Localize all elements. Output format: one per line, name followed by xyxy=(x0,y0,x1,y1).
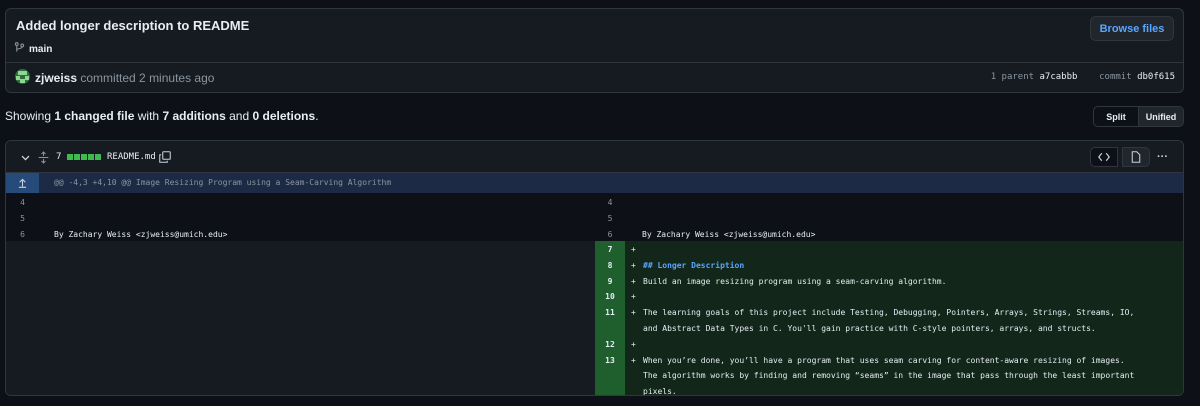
code-line: Build an image resizing program using a … xyxy=(643,276,947,286)
added-background xyxy=(625,335,1183,352)
code-line: By Zachary Weiss <zjweiss@umich.edu> xyxy=(642,230,816,239)
deletions-count: 0 deletions xyxy=(252,109,316,123)
line-number[interactable]: 9 xyxy=(595,277,625,286)
code-line: By Zachary Weiss <zjweiss@umich.edu> xyxy=(54,230,228,239)
diff-right-pane: 4 5 6 By Zachary Weiss <zjweiss@umich.edu> 7… xyxy=(595,193,1183,396)
code-line: The algorithm works by finding and remov… xyxy=(643,371,1135,381)
summary-suffix: . xyxy=(315,109,319,123)
added-row: 8 + ## Longer Description xyxy=(595,256,1183,273)
hunk-header: @@ -4,3 +4,10 @@ Image Resizing Program … xyxy=(6,173,1183,193)
more-options-icon[interactable]: ··· xyxy=(1157,141,1168,173)
commit-parent-info: 1 parent a7cabbb commit db0f615 xyxy=(991,72,1175,82)
code-line: ## Longer Description xyxy=(643,260,745,270)
added-background xyxy=(625,288,1183,305)
diff-row: 4 xyxy=(6,198,595,214)
added-row: 7 + xyxy=(595,241,1183,257)
line-number[interactable]: 13 xyxy=(595,356,625,365)
plus-sign: + xyxy=(631,292,636,302)
collapse-chevron-icon[interactable] xyxy=(20,141,31,173)
plus-sign: + xyxy=(631,260,636,270)
added-row: 11 + The learning goals of this project in… xyxy=(595,304,1183,336)
diffstat-bar xyxy=(67,141,101,173)
file-diff: 7 README.md ··· @@ -4,3 +4,10 @@ Image R… xyxy=(5,140,1184,396)
commit-label: commit xyxy=(1099,72,1132,82)
plus-sign: + xyxy=(631,339,636,349)
file-change-count: 7 xyxy=(56,152,62,162)
plus-sign: + xyxy=(631,308,636,318)
diff-row: 5 xyxy=(6,214,595,230)
empty-left-filler xyxy=(6,241,595,395)
author-link[interactable]: zjweiss xyxy=(35,71,77,85)
split-view-button[interactable]: Split xyxy=(1094,107,1138,126)
summary-and: and xyxy=(229,109,250,123)
code-line: and Abstract Data Types in C. You'll gai… xyxy=(643,323,1096,333)
added-row: 12 + xyxy=(595,335,1183,352)
source-view-code-icon[interactable] xyxy=(1090,147,1118,167)
commit-meta: zjweiss committed 2 minutes ago 1 parent… xyxy=(6,63,1183,93)
git-branch-icon xyxy=(14,42,25,56)
branch-name: main xyxy=(29,43,53,55)
commit-sha: db0f615 xyxy=(1137,72,1175,82)
parent-label: 1 parent xyxy=(990,72,1035,82)
code-line: The learning goals of this project inclu… xyxy=(643,308,1135,318)
rich-view-file-icon[interactable] xyxy=(1122,147,1150,167)
diff-row: 4 xyxy=(595,198,1183,214)
code-line: pixels. xyxy=(643,387,677,396)
line-number[interactable]: 5 xyxy=(595,214,625,223)
diff-row: 5 xyxy=(595,214,1183,230)
browse-files-button[interactable]: Browse files xyxy=(1090,16,1174,41)
additions-count: 7 additions xyxy=(162,109,226,123)
copy-icon[interactable] xyxy=(159,141,171,173)
plus-sign: + xyxy=(631,355,636,365)
added-row: 10 + xyxy=(595,288,1183,305)
diff-summary: Showing 1 changed file with 7 additions … xyxy=(5,109,319,123)
commit-header: Added longer description to README main … xyxy=(5,8,1184,93)
line-number[interactable]: 10 xyxy=(595,292,625,301)
expand-up-icon[interactable] xyxy=(6,173,39,193)
plus-sign: + xyxy=(631,276,636,286)
avatar[interactable] xyxy=(15,69,30,84)
diff-left-pane: 4 5 6 By Zachary Weiss <zjweiss@umich.edu> xyxy=(6,193,595,395)
line-number[interactable]: 4 xyxy=(595,198,625,207)
changed-files-count: 1 changed file xyxy=(54,109,135,123)
line-number[interactable]: 7 xyxy=(595,245,625,254)
plus-sign: + xyxy=(631,245,636,254)
commit-action-text: committed 2 minutes ago xyxy=(80,71,215,85)
line-number[interactable]: 11 xyxy=(595,308,625,317)
summary-prefix: Showing xyxy=(5,109,52,123)
commit-title-bar: Added longer description to README main … xyxy=(6,9,1183,63)
commit-title: Added longer description to README xyxy=(16,18,250,33)
added-row: 13 + When you’re done, you’ll have a progr… xyxy=(595,351,1183,396)
line-number[interactable]: 5 xyxy=(6,214,39,223)
hunk-header-text: @@ -4,3 +4,10 @@ Image Resizing Program … xyxy=(54,178,392,187)
commit-author-line: zjweiss committed 2 minutes ago xyxy=(35,71,214,85)
added-background xyxy=(625,241,1183,257)
expand-all-icon[interactable] xyxy=(38,141,49,173)
line-number[interactable]: 12 xyxy=(595,340,625,349)
line-number[interactable]: 8 xyxy=(595,261,625,270)
file-name-link[interactable]: README.md xyxy=(107,141,156,173)
summary-with: with xyxy=(137,109,160,123)
line-number[interactable]: 4 xyxy=(6,198,39,207)
unified-view-button[interactable]: Unified xyxy=(1138,107,1183,126)
line-number[interactable]: 6 xyxy=(6,230,39,239)
parent-sha-link[interactable]: a7cabbb xyxy=(1040,72,1078,82)
added-row: 9 + Build an image resizing program using … xyxy=(595,272,1183,289)
code-line: When you’re done, you’ll have a program … xyxy=(643,355,1125,365)
branch-link[interactable]: main xyxy=(14,42,52,56)
line-number[interactable]: 6 xyxy=(595,230,625,239)
diff-view-toggle: Split Unified xyxy=(1093,106,1184,127)
file-header: 7 README.md ··· xyxy=(6,141,1183,173)
